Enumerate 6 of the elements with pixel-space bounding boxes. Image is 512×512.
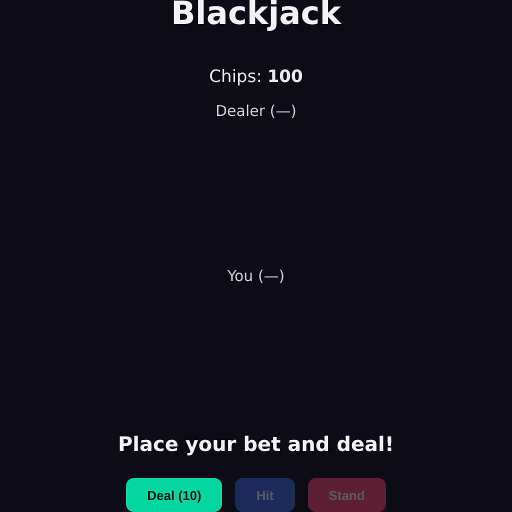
player-label: You (—) [227,266,285,286]
chips-count: Chips: 100 [209,66,303,89]
game-title: Blackjack [170,0,341,32]
dealer-label: Dealer (—) [215,101,296,121]
status-message: Place your bet and deal! [118,432,394,456]
deal-button[interactable]: Deal (10) [126,478,222,512]
